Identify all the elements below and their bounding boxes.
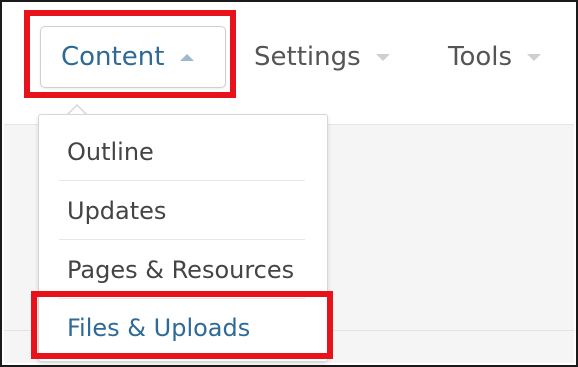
menu-item-label: Files & Uploads [67, 314, 251, 342]
menu-item-files-uploads[interactable]: Files & Uploads [59, 299, 305, 357]
nav-content-label: Content [61, 42, 165, 72]
menu-item-outline[interactable]: Outline [59, 123, 305, 181]
menu-item-label: Pages & Resources [67, 255, 295, 284]
caret-down-icon [375, 53, 390, 61]
nav-settings-label: Settings [254, 42, 361, 72]
caret-up-icon [180, 53, 195, 61]
content-dropdown-menu: Outline Updates Pages & Resources Files … [38, 114, 328, 362]
course-navbar: Content Settings Tools [4, 4, 574, 125]
nav-settings-button[interactable]: Settings [254, 26, 390, 88]
nav-tools-button[interactable]: Tools [448, 26, 542, 88]
screenshot-frame: Content Settings Tools Outline Updates P… [0, 0, 578, 367]
menu-item-updates[interactable]: Updates [59, 182, 305, 240]
nav-tools-label: Tools [448, 42, 513, 72]
menu-item-label: Outline [67, 137, 154, 166]
menu-item-pages-resources[interactable]: Pages & Resources [59, 241, 305, 299]
caret-down-icon [527, 53, 542, 61]
nav-content-button[interactable]: Content [40, 26, 226, 88]
menu-item-label: Updates [67, 196, 167, 225]
